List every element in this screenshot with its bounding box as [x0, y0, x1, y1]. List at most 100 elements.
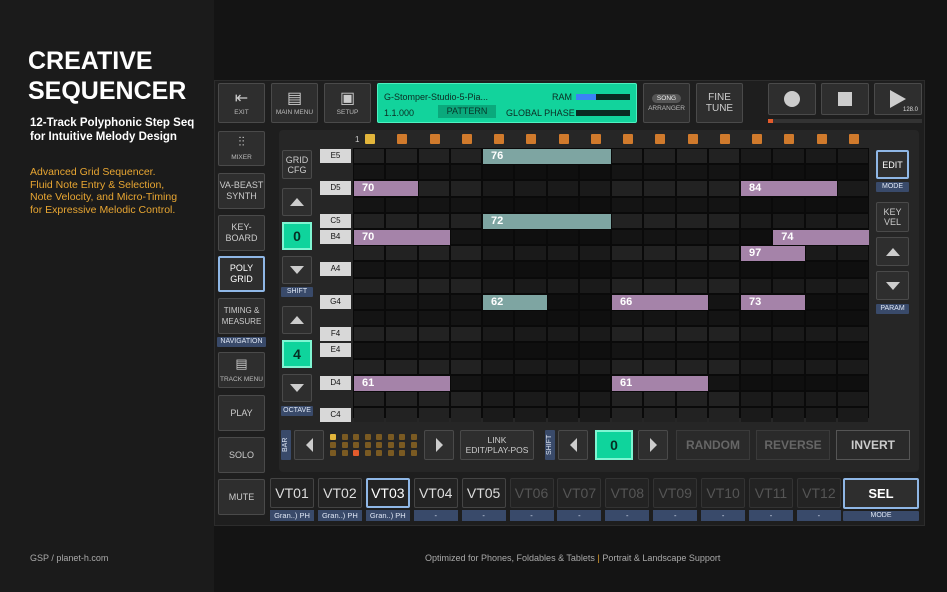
grid-cell[interactable] — [676, 197, 707, 212]
step-shift-value[interactable]: 0 — [595, 430, 633, 460]
grid-cell[interactable] — [418, 197, 449, 212]
arranger-button[interactable]: SONG ARRANGER — [643, 83, 690, 123]
grid-cell[interactable] — [612, 311, 643, 326]
track-button[interactable]: VT05 — [461, 478, 506, 508]
grid-cell[interactable] — [418, 181, 449, 196]
grid-cell[interactable] — [773, 359, 804, 374]
grid-cell[interactable] — [386, 197, 417, 212]
bar-prev-button[interactable] — [294, 430, 324, 460]
grid-cell[interactable] — [386, 165, 417, 180]
grid-cell[interactable] — [354, 213, 385, 228]
grid-cell[interactable] — [612, 359, 643, 374]
grid-cell[interactable] — [418, 278, 449, 293]
grid-cell[interactable] — [773, 343, 804, 358]
grid-cell[interactable] — [805, 294, 836, 309]
grid-cell[interactable] — [708, 392, 739, 407]
grid-cell[interactable] — [354, 294, 385, 309]
grid-cell[interactable] — [579, 311, 610, 326]
note-block[interactable]: 62 — [483, 294, 547, 310]
grid-cell[interactable] — [579, 181, 610, 196]
grid-cell[interactable] — [418, 311, 449, 326]
grid-cell[interactable] — [741, 327, 772, 342]
select-mode-button[interactable]: SEL — [843, 478, 919, 509]
grid-cell[interactable] — [354, 392, 385, 407]
mixer-button[interactable]: ⫶⫶ MIXER — [218, 131, 265, 166]
grid-cell[interactable] — [612, 392, 643, 407]
grid-cell[interactable] — [837, 197, 868, 212]
grid-cell[interactable] — [418, 327, 449, 342]
grid-cell[interactable] — [515, 408, 546, 423]
shift-value[interactable]: 0 — [282, 222, 312, 250]
grid-cell[interactable] — [805, 213, 836, 228]
grid-cell[interactable] — [644, 359, 675, 374]
octave-down-button[interactable] — [282, 374, 312, 402]
grid-cell[interactable] — [483, 359, 514, 374]
grid-cell[interactable] — [741, 359, 772, 374]
shift-down-button[interactable] — [282, 256, 312, 284]
va-beast-synth-button[interactable]: VA-BEAST SYNTH — [218, 173, 265, 209]
grid-cell[interactable] — [708, 230, 739, 245]
grid-cell[interactable] — [547, 327, 578, 342]
grid-cell[interactable] — [837, 408, 868, 423]
grid-cell[interactable] — [708, 165, 739, 180]
grid-cell[interactable] — [450, 294, 481, 309]
grid-cell[interactable] — [837, 343, 868, 358]
grid-cell[interactable] — [676, 246, 707, 261]
grid-cell[interactable] — [612, 197, 643, 212]
play-button[interactable]: 128.0 — [874, 83, 922, 115]
setup-button[interactable]: ▣ SETUP — [324, 83, 371, 123]
track-menu-button[interactable]: ▤ TRACK MENU — [218, 352, 265, 388]
grid-cell[interactable] — [644, 213, 675, 228]
exit-button[interactable]: ⇤ EXIT — [218, 83, 265, 123]
play-mode-button[interactable]: PLAY — [218, 395, 265, 431]
grid-cell[interactable] — [773, 149, 804, 164]
grid-cell[interactable] — [450, 408, 481, 423]
grid-cell[interactable] — [676, 327, 707, 342]
grid-cell[interactable] — [547, 359, 578, 374]
grid-cell[interactable] — [483, 181, 514, 196]
grid-config-button[interactable]: GRID CFG — [282, 150, 312, 179]
random-button[interactable]: RANDOM — [676, 430, 750, 460]
grid-cell[interactable] — [644, 311, 675, 326]
step-marker[interactable] — [429, 134, 440, 144]
track-button[interactable]: VT06 — [509, 478, 554, 508]
grid-cell[interactable] — [483, 343, 514, 358]
grid-cell[interactable] — [708, 327, 739, 342]
grid-cell[interactable] — [741, 149, 772, 164]
grid-cell[interactable] — [805, 327, 836, 342]
step-marker[interactable] — [558, 134, 569, 144]
grid-cell[interactable] — [450, 181, 481, 196]
grid-cell[interactable] — [386, 343, 417, 358]
grid-cell[interactable] — [676, 230, 707, 245]
grid-cell[interactable] — [708, 294, 739, 309]
grid-cell[interactable] — [741, 343, 772, 358]
step-marker[interactable] — [365, 134, 375, 144]
grid-cell[interactable] — [708, 311, 739, 326]
grid-cell[interactable] — [515, 246, 546, 261]
track-button[interactable]: VT10 — [701, 478, 746, 508]
grid-cell[interactable] — [515, 262, 546, 277]
grid-cell[interactable] — [741, 408, 772, 423]
grid-cell[interactable] — [418, 408, 449, 423]
grid-cell[interactable] — [837, 327, 868, 342]
grid-cell[interactable] — [483, 327, 514, 342]
grid-cell[interactable] — [837, 181, 868, 196]
grid-cell[interactable] — [386, 311, 417, 326]
octave-up-button[interactable] — [282, 306, 312, 334]
param-down-button[interactable] — [876, 271, 909, 300]
grid-cell[interactable] — [386, 213, 417, 228]
grid-cell[interactable] — [612, 181, 643, 196]
grid-cell[interactable] — [418, 149, 449, 164]
grid-cell[interactable] — [676, 213, 707, 228]
note-block[interactable]: 84 — [741, 181, 837, 197]
grid-cell[interactable] — [676, 408, 707, 423]
grid-cell[interactable] — [708, 375, 739, 390]
grid-cell[interactable] — [708, 408, 739, 423]
grid-cell[interactable] — [773, 375, 804, 390]
param-up-button[interactable] — [876, 237, 909, 266]
grid-cell[interactable] — [579, 294, 610, 309]
grid-cell[interactable] — [644, 230, 675, 245]
grid-cell[interactable] — [354, 246, 385, 261]
track-button[interactable]: VT01 — [270, 478, 314, 508]
grid-cell[interactable] — [837, 149, 868, 164]
